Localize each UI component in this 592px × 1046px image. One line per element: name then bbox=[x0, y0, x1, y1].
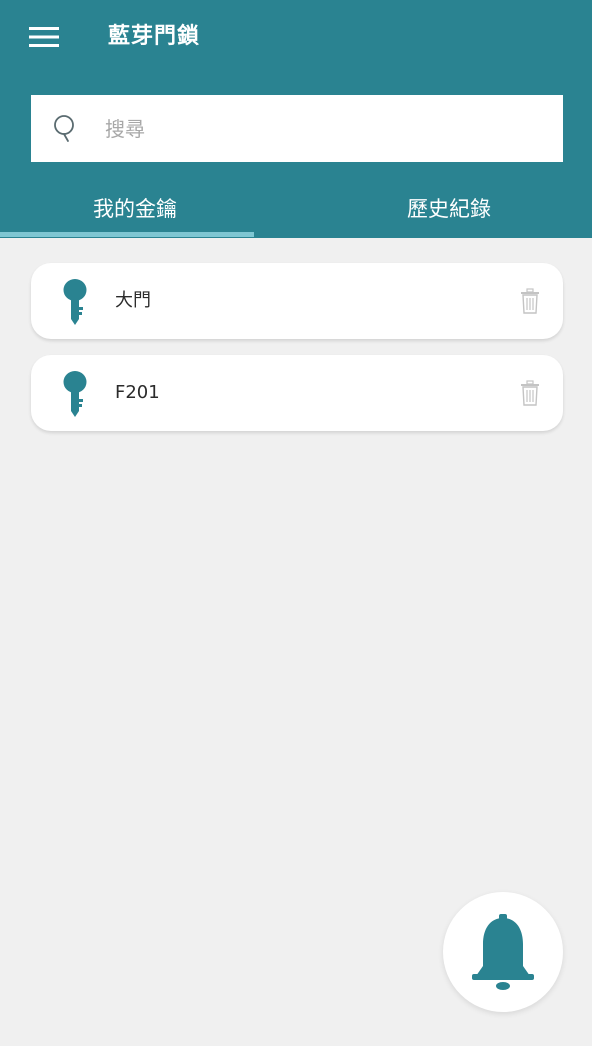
key-list-item[interactable]: F201 bbox=[31, 355, 563, 431]
search-box[interactable] bbox=[31, 95, 563, 162]
key-list-item[interactable]: 大門 bbox=[31, 263, 563, 339]
notification-button[interactable] bbox=[443, 892, 563, 1012]
trash-icon[interactable] bbox=[519, 288, 541, 314]
app-title: 藍芽門鎖 bbox=[108, 24, 201, 49]
key-icon bbox=[63, 279, 87, 325]
key-name: 大門 bbox=[115, 290, 151, 311]
key-name: F201 bbox=[115, 382, 160, 403]
search-icon bbox=[54, 115, 74, 142]
search-input[interactable] bbox=[105, 95, 545, 162]
trash-icon[interactable] bbox=[519, 380, 541, 406]
app-header: 藍芽門鎖 我的金鑰 歷史紀錄 bbox=[0, 0, 592, 238]
tab-history[interactable]: 歷史紀錄 bbox=[322, 180, 576, 236]
tab-my-keys[interactable]: 我的金鑰 bbox=[8, 180, 262, 236]
bell-icon bbox=[472, 914, 534, 990]
key-icon bbox=[63, 371, 87, 417]
active-tab-indicator bbox=[0, 232, 254, 237]
menu-button[interactable] bbox=[22, 20, 66, 54]
hamburger-menu-icon bbox=[29, 27, 59, 47]
